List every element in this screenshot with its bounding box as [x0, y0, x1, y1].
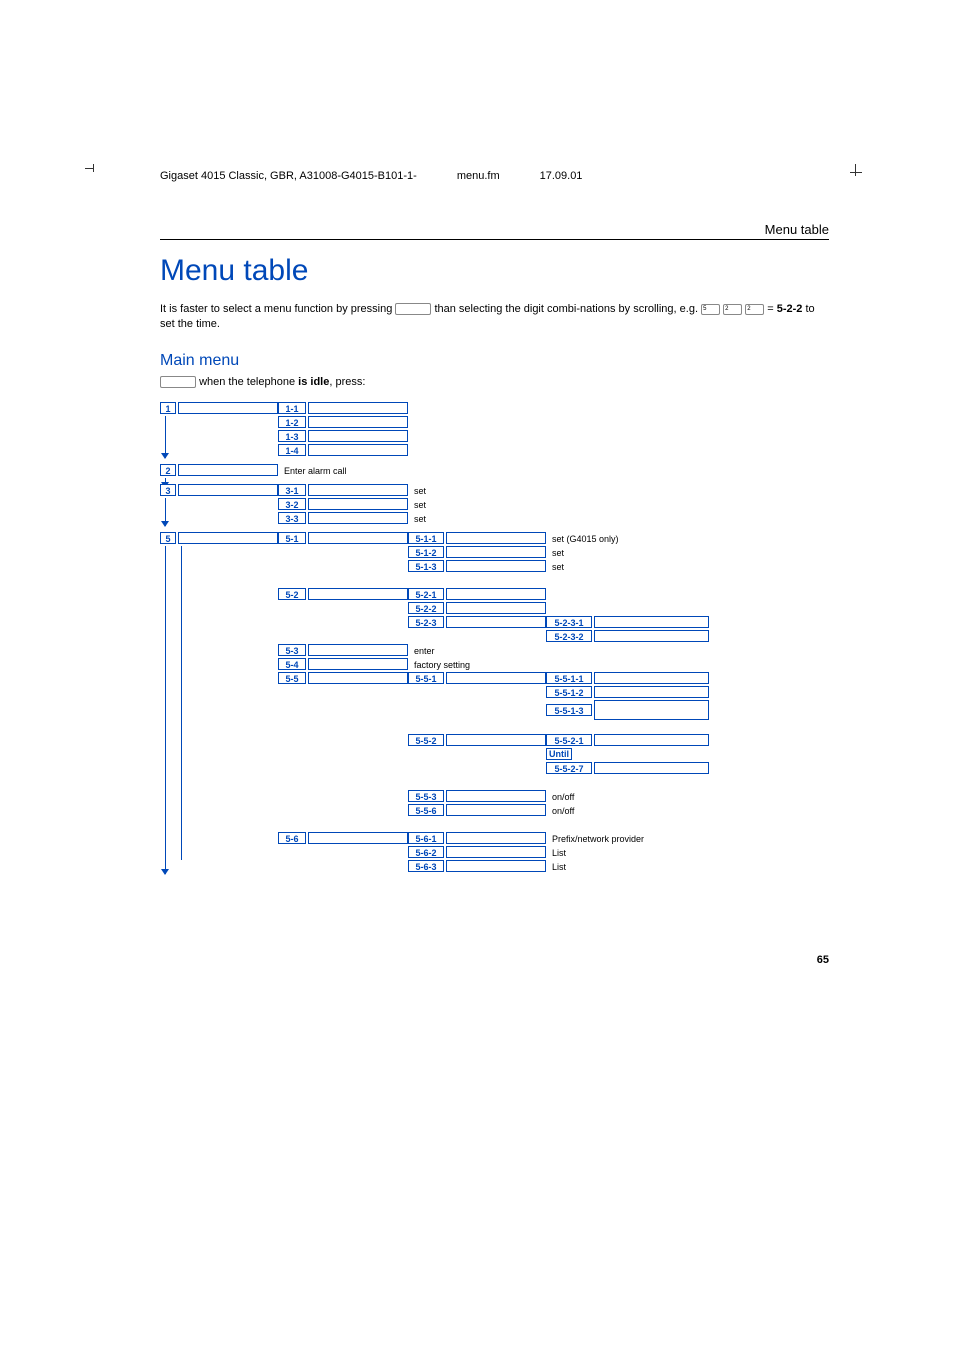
code-5-5-2-1: 5-5-2-1 — [546, 734, 592, 746]
code-5-5: 5-5 — [278, 672, 306, 684]
code-3-2: 3-2 — [278, 498, 306, 510]
code-2: 2 — [160, 464, 176, 476]
doc-header-right: 17.09.01 — [540, 170, 583, 182]
code-1-1: 1-1 — [278, 402, 306, 414]
menu-key-icon-2 — [160, 376, 196, 388]
desc-5-5-3: on/off — [546, 790, 829, 804]
code-1: 1 — [160, 402, 176, 414]
key-2b-icon: 2 — [745, 304, 764, 315]
intro-text: It is faster to select a menu function b… — [160, 302, 829, 332]
code-1-2: 1-2 — [278, 416, 306, 428]
code-5-5-1: 5-5-1 — [408, 672, 444, 684]
page-title: Menu table — [160, 254, 829, 288]
menu-tree: 1 1-1 1-2 1-3 1-4 2 Enter al — [160, 402, 829, 874]
desc-5-6-1: Prefix/network provider — [546, 832, 829, 846]
code-5-6-1: 5-6-1 — [408, 832, 444, 844]
desc-5-1-3: set — [546, 560, 829, 574]
code-5-6-3: 5-6-3 — [408, 860, 444, 872]
code-5-6: 5-6 — [278, 832, 306, 844]
code-5-2-1: 5-2-1 — [408, 588, 444, 600]
code-5-1-3: 5-1-3 — [408, 560, 444, 572]
code-3: 3 — [160, 484, 176, 496]
code-5-5-1-2: 5-5-1-2 — [546, 686, 592, 698]
desc-3-3: set — [408, 512, 829, 526]
page-number: 65 — [160, 954, 829, 966]
doc-header-mid: menu.fm — [457, 170, 500, 182]
key-2-icon: 2 — [723, 304, 742, 315]
code-5-5-6: 5-5-6 — [408, 804, 444, 816]
code-5-5-2-7: 5-5-2-7 — [546, 762, 592, 774]
menu-key-icon — [395, 303, 431, 315]
desc-3-2: set — [408, 498, 829, 512]
label-until: Until — [546, 748, 572, 760]
code-5-2-3-1: 5-2-3-1 — [546, 616, 592, 628]
idle-line: when the telephone is idle, press: — [160, 376, 829, 388]
desc-5-5-6: on/off — [546, 804, 829, 818]
desc-2: Enter alarm call — [278, 464, 829, 478]
code-5-6-2: 5-6-2 — [408, 846, 444, 858]
desc-5-1-2: set — [546, 546, 829, 560]
code-5-1-1: 5-1-1 — [408, 532, 444, 544]
code-3-3: 3-3 — [278, 512, 306, 524]
desc-5-1-1: set (G4015 only) — [546, 532, 829, 546]
desc-5-3: enter — [408, 644, 829, 658]
section-header: Menu table — [160, 222, 829, 240]
desc-5-4: factory setting — [408, 658, 829, 672]
code-1-3: 1-3 — [278, 430, 306, 442]
code-5-5-1-1: 5-5-1-1 — [546, 672, 592, 684]
code-5-1-2: 5-1-2 — [408, 546, 444, 558]
code-5-2: 5-2 — [278, 588, 306, 600]
code-5-5-3: 5-5-3 — [408, 790, 444, 802]
desc-5-6-2: List — [546, 846, 829, 860]
doc-header-left: Gigaset 4015 Classic, GBR, A31008-G4015-… — [160, 170, 417, 182]
doc-header: Gigaset 4015 Classic, GBR, A31008-G4015-… — [160, 170, 829, 182]
code-5: 5 — [160, 532, 176, 544]
desc-5-6-3: List — [546, 860, 829, 874]
key-5-icon: 5 — [701, 304, 720, 315]
code-5-5-2: 5-5-2 — [408, 734, 444, 746]
code-3-1: 3-1 — [278, 484, 306, 496]
code-5-2-3: 5-2-3 — [408, 616, 444, 628]
desc-3-1: set — [408, 484, 829, 498]
code-5-2-3-2: 5-2-3-2 — [546, 630, 592, 642]
code-5-1: 5-1 — [278, 532, 306, 544]
code-1-4: 1-4 — [278, 444, 306, 456]
code-5-2-2: 5-2-2 — [408, 602, 444, 614]
main-menu-heading: Main menu — [160, 352, 829, 370]
code-5-3: 5-3 — [278, 644, 306, 656]
code-5-5-1-3: 5-5-1-3 — [546, 704, 592, 716]
code-5-4: 5-4 — [278, 658, 306, 670]
